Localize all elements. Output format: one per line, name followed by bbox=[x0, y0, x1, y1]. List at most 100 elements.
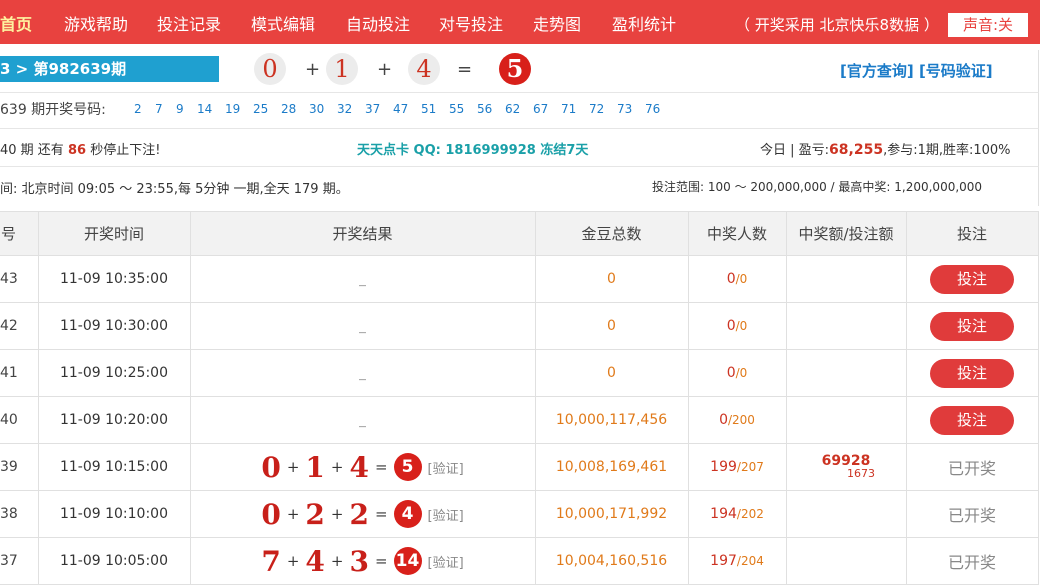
nav-auto-bet[interactable]: 自动投注 bbox=[346, 0, 410, 44]
draw-numbers-label: 639 期开奖号码: bbox=[0, 102, 106, 118]
nav-game-help[interactable]: 游戏帮助 bbox=[64, 0, 128, 44]
nav-trend-chart[interactable]: 走势图 bbox=[533, 0, 581, 44]
participants-count: 0 bbox=[739, 319, 748, 333]
bet-cell: 投注 bbox=[906, 396, 1039, 444]
plus-sign: + bbox=[330, 505, 344, 523]
verify-link[interactable]: [验证] bbox=[428, 556, 464, 571]
winners-count: 197 bbox=[710, 553, 737, 569]
promo-text: 天天点卡 QQ: 1816999928 冻结7天 bbox=[357, 143, 589, 158]
equals-sign: = bbox=[374, 505, 388, 523]
equals-sign: = bbox=[374, 552, 388, 570]
pending-result: _ bbox=[359, 318, 366, 334]
draw-number: 71 bbox=[561, 102, 577, 116]
bet-cell: 已开奖 bbox=[906, 490, 1039, 538]
plus-sign: + bbox=[286, 505, 300, 523]
verify-link[interactable]: [验证] bbox=[428, 509, 464, 524]
gold-cell: 10,000,171,992 bbox=[535, 490, 689, 538]
draw-number: 7 bbox=[155, 102, 163, 116]
result-digit: 3 bbox=[349, 544, 369, 578]
result-digit: 2 bbox=[305, 497, 325, 531]
time-cell: 11-09 10:25:00 bbox=[38, 349, 191, 397]
result-cell: _ bbox=[190, 349, 536, 397]
nav-profit-stats[interactable]: 盈利统计 bbox=[612, 0, 676, 44]
plus-sign: + bbox=[286, 458, 300, 476]
draw-number: 55 bbox=[449, 102, 465, 116]
bet-button[interactable]: 投注 bbox=[930, 358, 1014, 388]
issue-cell: 42 bbox=[0, 302, 39, 350]
result-digit: 2 bbox=[349, 497, 369, 531]
col-issue: 号 bbox=[0, 211, 39, 256]
draw-number: 2 bbox=[134, 102, 142, 116]
issue-cell: 39 bbox=[0, 443, 39, 491]
table-row: 41 11-09 10:25:00 _ 0 0/0 投注 bbox=[0, 349, 1039, 397]
bet-amount: 1673 bbox=[847, 467, 875, 480]
draw-number: 9 bbox=[176, 102, 184, 116]
drawn-status: 已开奖 bbox=[947, 553, 996, 572]
bet-button[interactable]: 投注 bbox=[930, 405, 1014, 435]
draw-number: 14 bbox=[197, 102, 213, 116]
issue-cell: 40 bbox=[0, 396, 39, 444]
draw-number: 73 bbox=[617, 102, 633, 116]
draw-number: 51 bbox=[421, 102, 437, 116]
countdown-suffix: 秒停止下注! bbox=[90, 143, 161, 158]
result-cell: 7 +4 +3 = 14 [验证] bbox=[190, 537, 536, 585]
number-verify-link[interactable]: [号码验证] bbox=[919, 62, 993, 80]
countdown-text: 40 期 还有 86 秒停止下注! bbox=[0, 139, 160, 158]
draw-number: 28 bbox=[281, 102, 297, 116]
draw-number: 25 bbox=[253, 102, 269, 116]
amount-cell bbox=[786, 349, 907, 397]
nav-mode-edit[interactable]: 模式编辑 bbox=[251, 0, 315, 44]
participants-count: 0 bbox=[739, 272, 748, 286]
gold-cell: 0 bbox=[535, 349, 689, 397]
time-cell: 11-09 10:05:00 bbox=[38, 537, 191, 585]
today-label: 今日 | 盈亏: bbox=[760, 143, 830, 158]
gold-cell: 10,004,160,516 bbox=[535, 537, 689, 585]
bet-button[interactable]: 投注 bbox=[930, 311, 1014, 341]
today-pnl: 68,255 bbox=[829, 142, 884, 158]
table-header-row: 号 开奖时间 开奖结果 金豆总数 中奖人数 中奖额/投注额 投注 bbox=[0, 211, 1039, 256]
current-period-bar: 3 > 第982639期 bbox=[0, 56, 219, 82]
today-stats: 今日 | 盈亏:68,255,参与:1期,胜率:100% bbox=[760, 139, 1011, 158]
pending-result: _ bbox=[359, 365, 366, 381]
participants-count: 200 bbox=[732, 413, 755, 427]
nav-number-bet[interactable]: 对号投注 bbox=[439, 0, 503, 44]
records-table: 号 开奖时间 开奖结果 金豆总数 中奖人数 中奖额/投注额 投注 43 11-0… bbox=[0, 211, 1039, 585]
table-row: 43 11-09 10:35:00 _ 0 0/0 投注 bbox=[0, 255, 1039, 303]
draw-number: 56 bbox=[477, 102, 493, 116]
result-sum-ball: 5 bbox=[499, 53, 531, 85]
plus-sign: + bbox=[330, 458, 344, 476]
gold-cell: 10,008,169,461 bbox=[535, 443, 689, 491]
plus-sign: + bbox=[377, 59, 393, 80]
result-cell: 0 +2 +2 = 4 [验证] bbox=[190, 490, 536, 538]
schedule-text: 间: 北京时间 09:05 ～ 23:55,每 5分钟 一期,全天 179 期。 bbox=[0, 182, 349, 197]
table-row: 37 11-09 10:05:00 7 +4 +3 = 14 [验证] 10,004,16… bbox=[0, 537, 1039, 585]
bet-button[interactable]: 投注 bbox=[930, 264, 1014, 294]
draw-number: 62 bbox=[505, 102, 521, 116]
official-query-link[interactable]: [官方查询] bbox=[840, 62, 914, 80]
verify-link[interactable]: [验证] bbox=[428, 462, 464, 477]
pending-result: _ bbox=[359, 271, 366, 287]
issue-cell: 38 bbox=[0, 490, 39, 538]
time-cell: 11-09 10:15:00 bbox=[38, 443, 191, 491]
sound-toggle-button[interactable]: 声音:关 bbox=[948, 13, 1028, 37]
winners-cell: 197/204 bbox=[688, 537, 787, 585]
gold-cell: 10,000,117,456 bbox=[535, 396, 689, 444]
plus-sign: + bbox=[330, 552, 344, 570]
drawn-status: 已开奖 bbox=[947, 506, 996, 525]
nav-bet-records[interactable]: 投注记录 bbox=[157, 0, 221, 44]
nav-home[interactable]: 首页 bbox=[0, 0, 32, 44]
result-cell: _ bbox=[190, 255, 536, 303]
result-digit: 4 bbox=[349, 450, 369, 484]
winners-count: 194 bbox=[710, 506, 737, 522]
participants-count: 0 bbox=[739, 366, 748, 380]
draw-number: 19 bbox=[225, 102, 241, 116]
winners-count: 199 bbox=[710, 459, 737, 475]
winners-count: 0 bbox=[726, 271, 736, 287]
winners-cell: 0/200 bbox=[688, 396, 787, 444]
participants-count: 202 bbox=[740, 507, 764, 521]
col-draw-time: 开奖时间 bbox=[38, 211, 191, 256]
amount-cell bbox=[786, 255, 907, 303]
result-digit: 4 bbox=[305, 544, 325, 578]
top-links: [官方查询] [号码验证] bbox=[840, 60, 993, 81]
bet-cell: 已开奖 bbox=[906, 537, 1039, 585]
